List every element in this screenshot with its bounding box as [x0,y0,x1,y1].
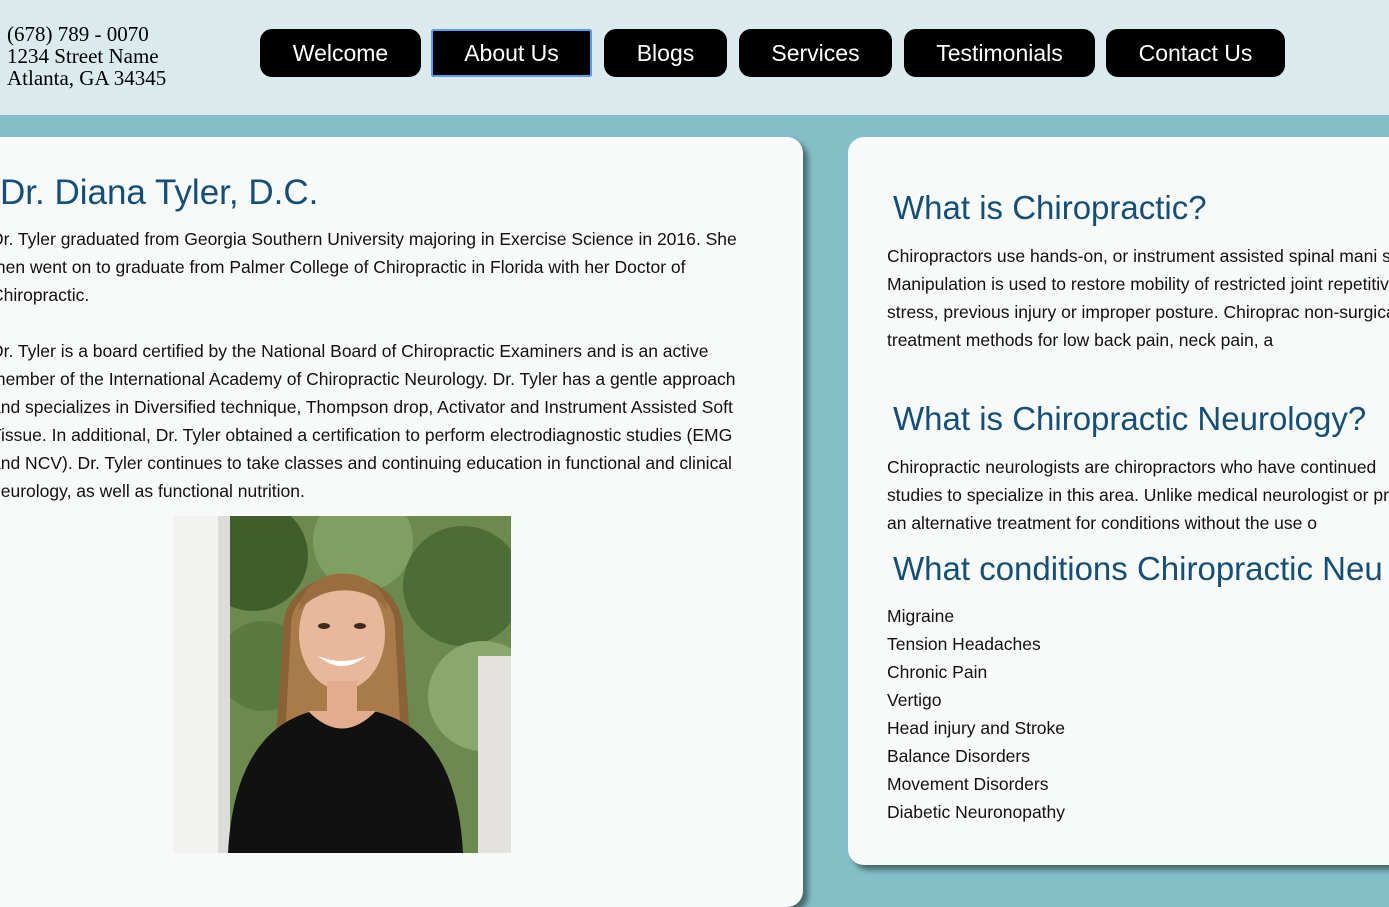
chiropractic-description: Chiropractors use hands-on, or instrumen… [887,246,1389,350]
doctor-bio-paragraph-1: Dr. Tyler graduated from Georgia Souther… [0,229,737,305]
nav-blogs-button[interactable]: Blogs [604,29,727,77]
street-address: 1234 Street Name [7,44,159,68]
condition-item: Migraine [887,606,955,626]
site-header: (678) 789 - 0070 1234 Street Name Atlant… [0,0,1389,115]
doctor-bio-paragraph-2: Dr. Tyler is a board certified by the Na… [0,341,736,501]
doctor-profile-card: Dr. Diana Tyler, D.C. Dr. Tyler graduate… [0,137,803,907]
condition-item: Head injury and Stroke [887,718,1066,738]
doctor-name-heading: Dr. Diana Tyler, D.C. [0,173,319,212]
condition-item: Balance Disorders [887,746,1030,766]
nav-testimonials-button[interactable]: Testimonials [904,29,1095,77]
chiropractic-info-card: What is Chiropractic? Chiropractors use … [848,137,1389,865]
what-is-chiropractic-heading: What is Chiropractic? [893,189,1207,226]
condition-item: Chronic Pain [887,662,988,682]
phone-number[interactable]: (678) 789 - 0070 [7,23,166,45]
nav-services-button[interactable]: Services [739,29,892,77]
chiropractic-neurology-description: Chiropractic neurologists are chiropract… [887,457,1389,533]
chiropractic-neurology-heading: What is Chiropractic Neurology? [893,400,1367,437]
doctor-photo [173,516,511,853]
city-state-zip: Atlanta, GA 34345 [7,66,167,90]
condition-item: Movement Disorders [887,774,1049,794]
condition-item: Tension Headaches [887,634,1041,654]
contact-address: (678) 789 - 0070 1234 Street Name Atlant… [7,23,166,89]
nav-about-us-button[interactable]: About Us [431,29,592,77]
conditions-heading: What conditions Chiropractic Neu [893,550,1383,587]
condition-item: Diabetic Neuronopathy [887,802,1066,822]
nav-welcome-button[interactable]: Welcome [260,29,421,77]
condition-item: Vertigo [887,690,942,710]
nav-contact-us-button[interactable]: Contact Us [1106,29,1285,77]
